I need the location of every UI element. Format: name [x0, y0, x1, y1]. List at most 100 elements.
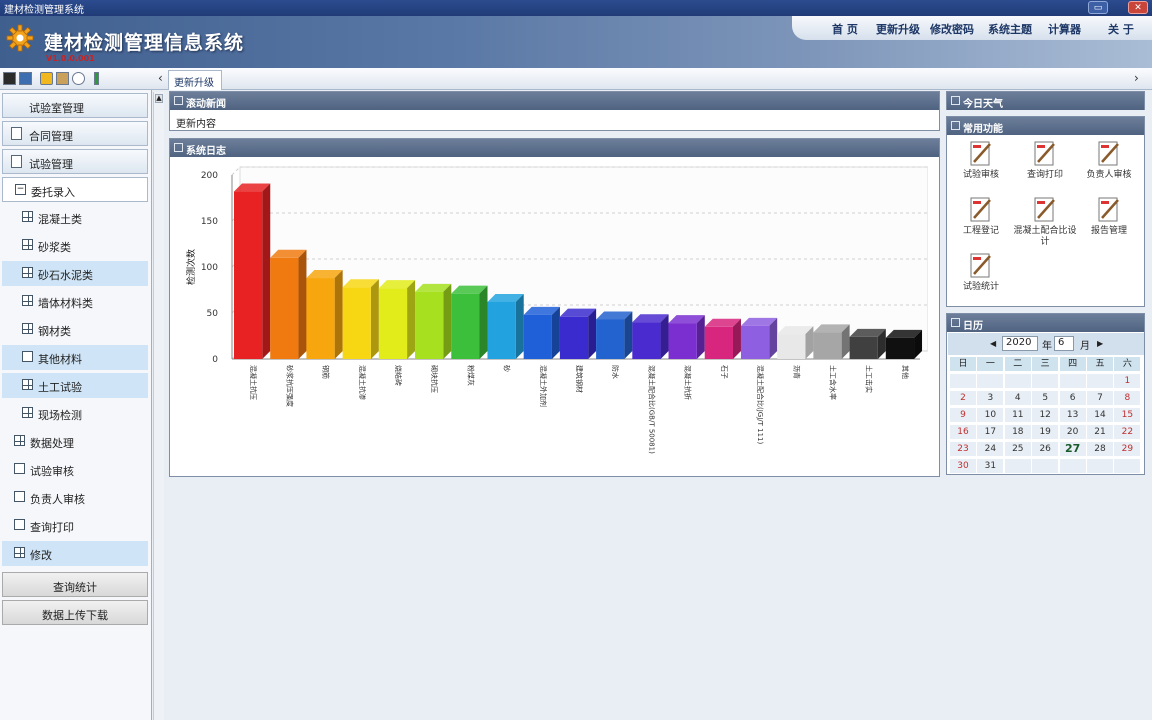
monitor-icon[interactable]	[3, 72, 16, 85]
calendar-day[interactable]: 17	[977, 425, 1004, 439]
calendar-day[interactable]: 21	[1087, 425, 1113, 439]
calendar-empty-cell[interactable]	[1087, 374, 1113, 388]
calendar-day[interactable]: 1	[1114, 374, 1141, 388]
sidebar-item-field[interactable]: 现场检测	[2, 401, 148, 426]
func-project[interactable]: 工程登记	[949, 197, 1013, 237]
calendar-day[interactable]: 24	[977, 442, 1004, 456]
calendar-day[interactable]: 9	[950, 408, 976, 422]
sidebar-item-entrust[interactable]: − 委托录入	[2, 177, 148, 202]
calendar-empty-cell[interactable]	[1114, 459, 1141, 473]
calendar-day[interactable]: 18	[1004, 425, 1031, 439]
scroll-up-icon[interactable]: ▲	[155, 94, 163, 103]
lock-icon[interactable]	[40, 72, 53, 85]
sidebar-item-other-material[interactable]: 其他材料	[2, 345, 148, 370]
calendar-empty-cell[interactable]	[1032, 374, 1059, 388]
folder-grid-icon	[22, 239, 33, 250]
close-button[interactable]: ✕	[1128, 1, 1148, 14]
next-month-icon[interactable]: ▶	[1097, 339, 1103, 348]
calendar-day[interactable]: 7	[1087, 391, 1113, 405]
window-icon[interactable]	[19, 72, 32, 85]
calendar-empty-cell[interactable]	[950, 374, 976, 388]
calendar-day[interactable]: 25	[1004, 442, 1031, 456]
func-report[interactable]: 报告管理	[1077, 197, 1141, 237]
x-tick-label: 混凝土配合比(JGJ/T 111)	[756, 365, 765, 445]
nav-theme[interactable]: 系统主题	[988, 21, 1032, 37]
calendar-empty-cell[interactable]	[1004, 374, 1031, 388]
sidebar-item-test[interactable]: 试验管理	[2, 149, 148, 174]
nav-password[interactable]: 修改密码	[930, 21, 974, 37]
sidebar-item-steel[interactable]: 钢材类	[2, 317, 148, 342]
bar	[668, 323, 697, 359]
calendar-day[interactable]: 31	[977, 459, 1004, 473]
calendar-day[interactable]: 6	[1059, 391, 1086, 405]
restore-button[interactable]: ▭	[1088, 1, 1108, 14]
help-icon[interactable]	[72, 72, 85, 85]
calendar-day[interactable]: 19	[1032, 425, 1059, 439]
calendar-day[interactable]: 13	[1059, 408, 1086, 422]
calendar-empty-cell[interactable]	[1059, 374, 1086, 388]
calendar-day[interactable]: 8	[1114, 391, 1141, 405]
sidebar-item-contract[interactable]: 合同管理	[2, 121, 148, 146]
func-review[interactable]: 试验审核	[949, 141, 1013, 181]
func-manager-review[interactable]: 负责人审核	[1077, 141, 1141, 181]
calendar-day[interactable]: 29	[1114, 442, 1141, 456]
sidebar-item-data[interactable]: 数据处理	[2, 429, 148, 454]
sidebar-item-lab[interactable]: 试验室管理	[2, 93, 148, 118]
bar-side	[588, 308, 597, 359]
sidebar-item-label: 试验审核	[30, 465, 74, 478]
calendar-day[interactable]: 23	[950, 442, 976, 456]
calendar-empty-cell[interactable]	[1004, 459, 1031, 473]
sidebar-item-soil[interactable]: 土工试验	[2, 373, 148, 398]
calendar-day[interactable]: 10	[977, 408, 1004, 422]
sidebar-item-print[interactable]: 查询打印	[2, 513, 148, 538]
calendar-day[interactable]: 2	[950, 391, 976, 405]
calendar-day[interactable]: 16	[950, 425, 976, 439]
sidebar-item-sand-cement[interactable]: 砂石水泥类	[2, 261, 148, 286]
year-input[interactable]: 2020	[1002, 336, 1038, 351]
calendar-day[interactable]: 20	[1059, 425, 1086, 439]
calendar-day[interactable]: 11	[1004, 408, 1031, 422]
nav-home[interactable]: 首 页	[832, 21, 858, 37]
calendar-day[interactable]: 30	[950, 459, 976, 473]
calendar-empty-cell[interactable]	[1087, 459, 1113, 473]
nav-calculator[interactable]: 计算器	[1048, 21, 1081, 37]
sidebar-item-concrete[interactable]: 混凝土类	[2, 205, 148, 230]
calendar-empty-cell[interactable]	[1032, 459, 1059, 473]
calendar-day[interactable]: 27	[1059, 442, 1086, 456]
calendar-day[interactable]: 26	[1032, 442, 1059, 456]
tab-update[interactable]: 更新升级	[168, 70, 222, 90]
func-print[interactable]: 查询打印	[1013, 141, 1077, 181]
sidebar-item-label: 现场检测	[38, 409, 82, 422]
func-statistics[interactable]: 试验统计	[949, 253, 1013, 293]
calendar-empty-cell[interactable]	[1059, 459, 1086, 473]
sidebar-item-statistics[interactable]: 查询统计	[2, 572, 148, 597]
month-input[interactable]: 6	[1054, 336, 1074, 351]
tab-scroll-right-icon[interactable]: ›	[1134, 71, 1139, 85]
calendar-day[interactable]: 5	[1032, 391, 1059, 405]
func-mix-design[interactable]: 混凝土配合比设计	[1013, 197, 1077, 248]
sidebar-item-upload-download[interactable]: 数据上传下载	[2, 600, 148, 625]
calendar-day[interactable]: 12	[1032, 408, 1059, 422]
calendar-day[interactable]: 3	[977, 391, 1004, 405]
nav-update[interactable]: 更新升级	[876, 21, 920, 37]
calendar-icon[interactable]	[56, 72, 69, 85]
month-label: 月	[1080, 341, 1090, 352]
sidebar-item-mortar[interactable]: 砂浆类	[2, 233, 148, 258]
calendar-empty-cell[interactable]	[977, 374, 1004, 388]
tab-scroll-left-icon[interactable]: ‹	[158, 71, 163, 85]
sidebar-item-modify[interactable]: 修改	[2, 541, 148, 566]
document-icon	[11, 155, 22, 168]
sidebar-scrollbar[interactable]: ▲	[153, 92, 164, 720]
calendar-day[interactable]: 4	[1004, 391, 1031, 405]
calendar-day[interactable]: 15	[1114, 408, 1141, 422]
nav-about[interactable]: 关 于	[1108, 21, 1134, 37]
sidebar-item-wall[interactable]: 墙体材料类	[2, 289, 148, 314]
sidebar-item-review[interactable]: 试验审核	[2, 457, 148, 482]
prev-month-icon[interactable]: ◀	[990, 339, 996, 348]
calendar-day[interactable]: 14	[1087, 408, 1113, 422]
news-text[interactable]: 更新内容	[176, 115, 216, 130]
calendar-day[interactable]: 28	[1087, 442, 1113, 456]
calendar-day[interactable]: 22	[1114, 425, 1141, 439]
sidebar-item-manager-review[interactable]: 负责人审核	[2, 485, 148, 510]
exit-icon[interactable]	[94, 72, 99, 85]
